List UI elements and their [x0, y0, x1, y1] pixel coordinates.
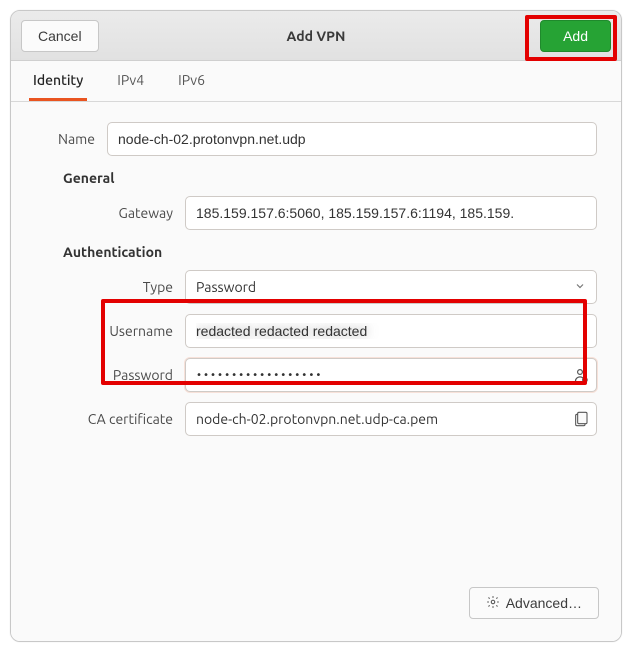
cancel-button[interactable]: Cancel [21, 20, 99, 52]
advanced-button[interactable]: Advanced… [469, 587, 599, 619]
tab-identity[interactable]: Identity [29, 61, 87, 101]
dialog-title: Add VPN [11, 28, 621, 44]
name-input[interactable] [107, 122, 597, 156]
titlebar: Cancel Add VPN Add [11, 11, 621, 61]
tab-ipv4[interactable]: IPv4 [113, 61, 148, 101]
password-store-icon[interactable] [571, 366, 589, 384]
username-input[interactable] [185, 314, 597, 348]
ca-label: CA certificate [83, 411, 185, 427]
type-value: Password [196, 279, 256, 295]
advanced-label: Advanced… [506, 595, 582, 611]
password-label: Password [83, 367, 185, 383]
gateway-input[interactable] [185, 196, 597, 230]
password-input[interactable] [185, 358, 597, 392]
gateway-label: Gateway [83, 205, 185, 221]
username-label: Username [83, 323, 185, 339]
ca-value: node-ch-02.protonvpn.net.udp-ca.pem [196, 411, 438, 427]
auth-section-label: Authentication [63, 244, 597, 260]
type-label: Type [83, 279, 185, 295]
form-body: Name General Gateway Authentication Type… [11, 102, 621, 573]
ca-certificate-field[interactable]: node-ch-02.protonvpn.net.udp-ca.pem [185, 402, 597, 436]
general-section-label: General [63, 170, 597, 186]
file-browse-icon[interactable] [573, 411, 589, 427]
tab-ipv6[interactable]: IPv6 [174, 61, 209, 101]
add-button[interactable]: Add [540, 20, 611, 52]
chevron-down-icon [574, 279, 586, 295]
tabs: Identity IPv4 IPv6 [11, 61, 621, 102]
add-vpn-dialog: Cancel Add VPN Add Identity IPv4 IPv6 Na… [10, 10, 622, 642]
footer: Advanced… [11, 573, 621, 641]
name-label: Name [35, 131, 107, 147]
type-select[interactable]: Password [185, 270, 597, 304]
gear-icon [486, 595, 500, 612]
